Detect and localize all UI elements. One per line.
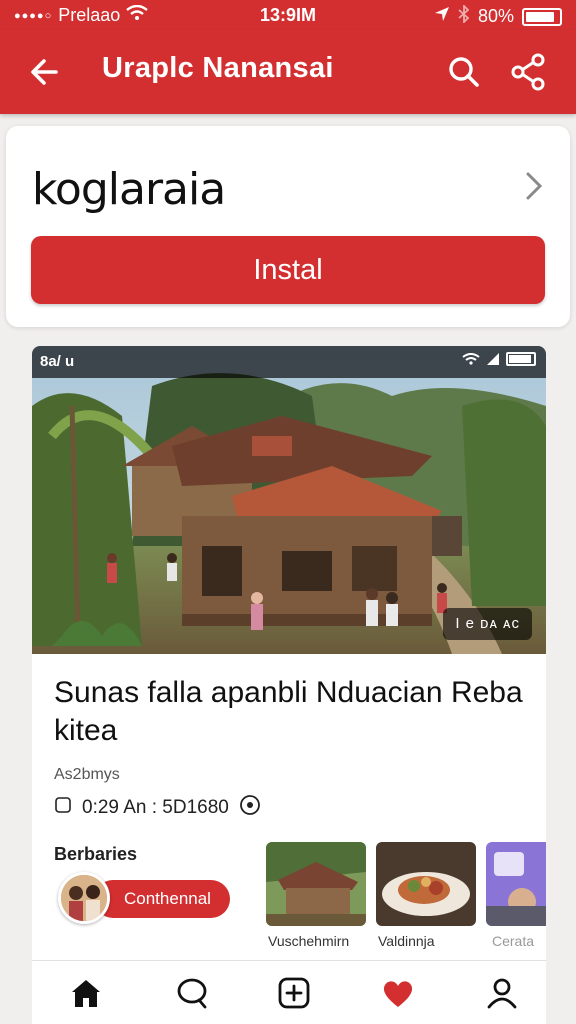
related-section-label: Berbaries — [54, 844, 138, 864]
related-thumb-2[interactable] — [376, 842, 476, 926]
clock-icon — [54, 796, 72, 820]
battery-icon — [522, 7, 562, 26]
install-button[interactable]: Instal — [31, 236, 545, 304]
nav-home[interactable] — [64, 973, 108, 1013]
photo-battery-icon — [506, 352, 536, 366]
profile-icon — [487, 978, 517, 1009]
related-thumb-3-label: Cerata — [492, 933, 535, 949]
related-thumb-3-image — [486, 842, 546, 926]
battery-percent: 80% — [477, 6, 514, 26]
article-meta-text: 0:29 An : 5D1680 — [82, 797, 229, 818]
nav-chat[interactable] — [170, 973, 214, 1013]
heart-icon — [383, 981, 413, 1007]
nav-favorites[interactable] — [376, 973, 420, 1013]
chevron-right-icon[interactable] — [518, 166, 548, 206]
related-thumb-1-label: Vuschehmirn — [268, 933, 350, 949]
app-name: koglaraia — [32, 164, 226, 215]
back-button[interactable] — [26, 50, 70, 94]
related-thumb-2-image — [376, 842, 476, 926]
status-right: 80% — [434, 3, 562, 28]
chat-bubble-icon — [177, 978, 207, 1009]
photo-wifi-icon — [462, 353, 480, 365]
app-bar: Uraplc Nanansai — [0, 30, 576, 114]
reaction-icon[interactable] — [239, 794, 261, 822]
article-headline[interactable]: Sunas falla apanbli Nduacian Reba kitea — [54, 674, 534, 750]
related-thumb-1[interactable] — [266, 842, 366, 926]
status-bar: ●●●●○ Prelaao 13:9IM 80% — [0, 0, 576, 30]
page-title: Uraplc Nanansai — [102, 52, 334, 84]
post-card[interactable]: 8a/ u I e ᴅᴀ ᴀᴄ Sunas falla apanbli Ndua… — [32, 346, 546, 1024]
home-icon — [72, 980, 100, 1007]
location-arrow-icon — [434, 6, 450, 27]
article-byline: As2bmys — [54, 766, 120, 783]
search-icon — [449, 57, 479, 87]
follow-channel[interactable]: Conthennal — [58, 872, 230, 924]
photo-signal-icon — [486, 352, 500, 366]
nav-add[interactable] — [272, 973, 316, 1013]
article-meta: 0:29 An : 5D1680 — [54, 794, 261, 822]
bluetooth-icon — [458, 3, 470, 28]
village-photo[interactable]: 8a/ u I e ᴅᴀ ᴀᴄ — [32, 346, 546, 654]
install-card[interactable]: koglaraia Instal — [6, 126, 570, 327]
share-icon — [511, 53, 545, 91]
related-thumb-2-label: Valdinnja — [378, 933, 435, 949]
bottom-nav — [32, 960, 546, 1024]
add-square-icon — [278, 977, 310, 1009]
channel-avatar — [58, 872, 110, 924]
follow-button[interactable]: Conthennal — [94, 880, 230, 918]
photo-status-icons — [462, 352, 536, 366]
search-button[interactable] — [442, 50, 486, 94]
photo-status-overlay: 8a/ u — [32, 346, 546, 378]
related-thumb-3[interactable] — [486, 842, 546, 926]
related-thumb-1-image — [266, 842, 366, 926]
photo-status-time: 8a/ u — [40, 353, 75, 370]
back-arrow-icon — [31, 59, 58, 85]
photo-tag[interactable]: I e ᴅᴀ ᴀᴄ — [443, 608, 532, 640]
share-button[interactable] — [506, 50, 550, 94]
nav-profile[interactable] — [480, 973, 524, 1013]
